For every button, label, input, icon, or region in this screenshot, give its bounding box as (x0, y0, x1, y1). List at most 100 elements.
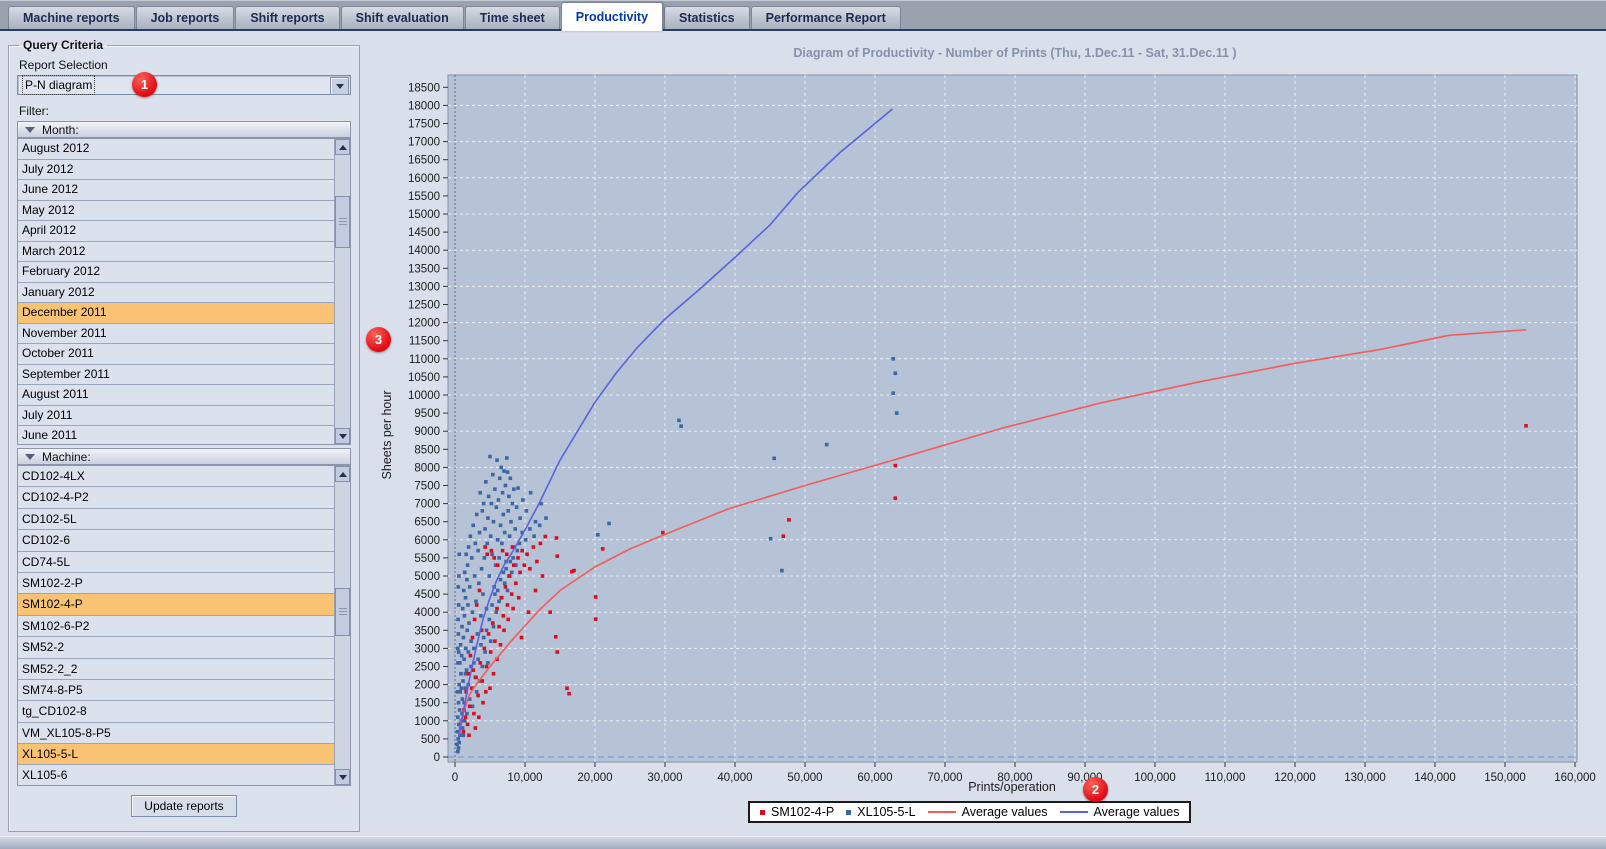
chart-legend: SM102-4-P XL105-5-L Average values Average … (748, 801, 1192, 823)
svg-text:1000: 1000 (414, 716, 440, 728)
svg-text:0: 0 (452, 772, 458, 784)
svg-text:2000: 2000 (414, 680, 440, 692)
month-list-item[interactable]: June 2011 (18, 426, 335, 444)
month-section-header[interactable]: Month: (17, 121, 351, 138)
machine-list-item[interactable]: XL105-6 (18, 765, 335, 785)
svg-text:40,000: 40,000 (717, 772, 752, 784)
svg-text:70,000: 70,000 (927, 772, 962, 784)
scrollbar-thumb[interactable] (335, 196, 350, 248)
machine-list-item[interactable]: SM52-2_2 (18, 658, 335, 680)
svg-text:14000: 14000 (408, 245, 440, 257)
svg-text:120,000: 120,000 (1274, 772, 1316, 784)
legend-line-marker (927, 811, 956, 813)
svg-text:9000: 9000 (414, 426, 440, 438)
tab-statistics[interactable]: Statistics (664, 6, 750, 29)
svg-text:18000: 18000 (408, 100, 440, 112)
month-list-item[interactable]: September 2011 (18, 364, 335, 385)
svg-text:2500: 2500 (414, 662, 440, 674)
svg-text:8000: 8000 (414, 462, 440, 474)
tab-shift-evaluation[interactable]: Shift evaluation (340, 6, 464, 29)
chart-title: Diagram of Productivity - Number of Prin… (793, 46, 1236, 60)
machine-list-item[interactable]: SM102-6-P2 (18, 615, 335, 638)
svg-text:0: 0 (434, 752, 440, 764)
tab-bar: Machine reports Job reports Shift reports S… (0, 0, 1606, 31)
productivity-chart: 0 500 1000 1500 2000 2500 3000 3500 4000 4500 5000… (380, 46, 1596, 794)
scrollbar-thumb[interactable] (335, 588, 350, 636)
month-list-item[interactable]: October 2011 (18, 344, 335, 365)
month-list-item[interactable]: July 2012 (18, 159, 335, 180)
svg-text:30,000: 30,000 (647, 772, 682, 784)
svg-text:18500: 18500 (408, 82, 440, 94)
svg-text:160,000: 160,000 (1554, 772, 1596, 784)
svg-text:130,000: 130,000 (1344, 772, 1386, 784)
machine-list-item[interactable]: SM102-4-P (18, 594, 335, 616)
machine-list-item[interactable]: CD74-5L (18, 551, 335, 573)
svg-text:13000: 13000 (408, 281, 440, 293)
machine-list-item[interactable]: CD102-4-P2 (18, 487, 335, 509)
legend-item: SM102-4-P (760, 805, 834, 819)
machine-scrollbar[interactable] (334, 466, 350, 785)
svg-text:10000: 10000 (408, 390, 440, 402)
machine-list-item[interactable]: XL105-5-L (18, 744, 335, 766)
month-list-item[interactable]: August 2011 (18, 385, 335, 406)
machine-list-item[interactable]: CD102-4LX (18, 466, 335, 488)
month-list-item[interactable]: November 2011 (18, 323, 335, 344)
machine-list-item[interactable]: SM102-2-P (18, 572, 335, 595)
tab-performance-report[interactable]: Performance Report (750, 6, 901, 29)
machine-list-item[interactable]: VM_XL105-8-P5 (18, 722, 335, 745)
machine-list-item[interactable]: SM52-2 (18, 637, 335, 659)
tab-time-sheet[interactable]: Time sheet (464, 6, 560, 29)
legend-item: Average values (927, 805, 1048, 819)
svg-text:50,000: 50,000 (787, 772, 822, 784)
tab-shift-reports[interactable]: Shift reports (235, 6, 340, 29)
legend-item: Average values (1059, 805, 1179, 819)
dropdown-arrow-icon[interactable] (330, 77, 349, 95)
svg-text:15500: 15500 (408, 191, 440, 203)
svg-text:17500: 17500 (408, 119, 440, 131)
tab-job-reports[interactable]: Job reports (135, 6, 235, 29)
svg-text:100,000: 100,000 (1134, 772, 1176, 784)
report-selection-value: P-N diagram (21, 75, 96, 95)
svg-text:60,000: 60,000 (857, 772, 892, 784)
month-list-item[interactable]: January 2012 (18, 282, 335, 303)
month-list-item[interactable]: March 2012 (18, 241, 335, 262)
window-bottom-edge (0, 836, 1606, 849)
legend-point-marker (846, 809, 852, 815)
machine-list-item[interactable]: SM74-8-P5 (18, 679, 335, 702)
month-list-item[interactable]: May 2012 (18, 200, 335, 221)
report-selection-dropdown[interactable]: P-N diagram (17, 75, 351, 95)
month-list-item[interactable]: August 2012 (18, 139, 335, 160)
legend-item: XL105-5-L (846, 805, 916, 819)
svg-text:4500: 4500 (414, 589, 440, 601)
svg-text:12500: 12500 (408, 300, 440, 312)
machine-list-item[interactable]: tg_CD102-8 (18, 701, 335, 723)
y-axis-label: Sheets per hour (380, 391, 394, 480)
svg-text:20,000: 20,000 (577, 772, 612, 784)
svg-text:3500: 3500 (414, 625, 440, 637)
svg-text:16000: 16000 (408, 173, 440, 185)
month-header-label: Month: (42, 122, 79, 137)
svg-text:5500: 5500 (414, 553, 440, 565)
tab-machine-reports[interactable]: Machine reports (8, 6, 135, 29)
machine-list-item[interactable]: CD102-5L (18, 508, 335, 531)
machine-list-item[interactable]: CD102-6 (18, 530, 335, 552)
svg-text:12000: 12000 (408, 318, 440, 330)
svg-text:5000: 5000 (414, 571, 440, 583)
app-window: Machine reports Job reports Shift reports S… (0, 0, 1606, 849)
month-list-item[interactable]: July 2011 (18, 405, 335, 426)
scroll-down-icon[interactable] (335, 428, 350, 444)
scroll-down-icon[interactable] (335, 769, 350, 785)
update-reports-button[interactable]: Update reports (131, 795, 237, 817)
svg-text:13500: 13500 (408, 263, 440, 275)
machine-section-header[interactable]: Machine: (17, 448, 351, 465)
svg-text:10,000: 10,000 (507, 772, 542, 784)
scroll-up-icon[interactable] (335, 466, 350, 482)
scroll-up-icon[interactable] (335, 139, 350, 155)
tab-productivity[interactable]: Productivity (560, 2, 664, 31)
month-list-item[interactable]: June 2012 (18, 180, 335, 201)
annotation-badge-2: 2 (1083, 777, 1108, 802)
month-list-item[interactable]: April 2012 (18, 221, 335, 242)
month-scrollbar[interactable] (334, 139, 350, 444)
month-list-item[interactable]: December 2011 (18, 303, 335, 324)
month-list-item[interactable]: February 2012 (18, 262, 335, 283)
